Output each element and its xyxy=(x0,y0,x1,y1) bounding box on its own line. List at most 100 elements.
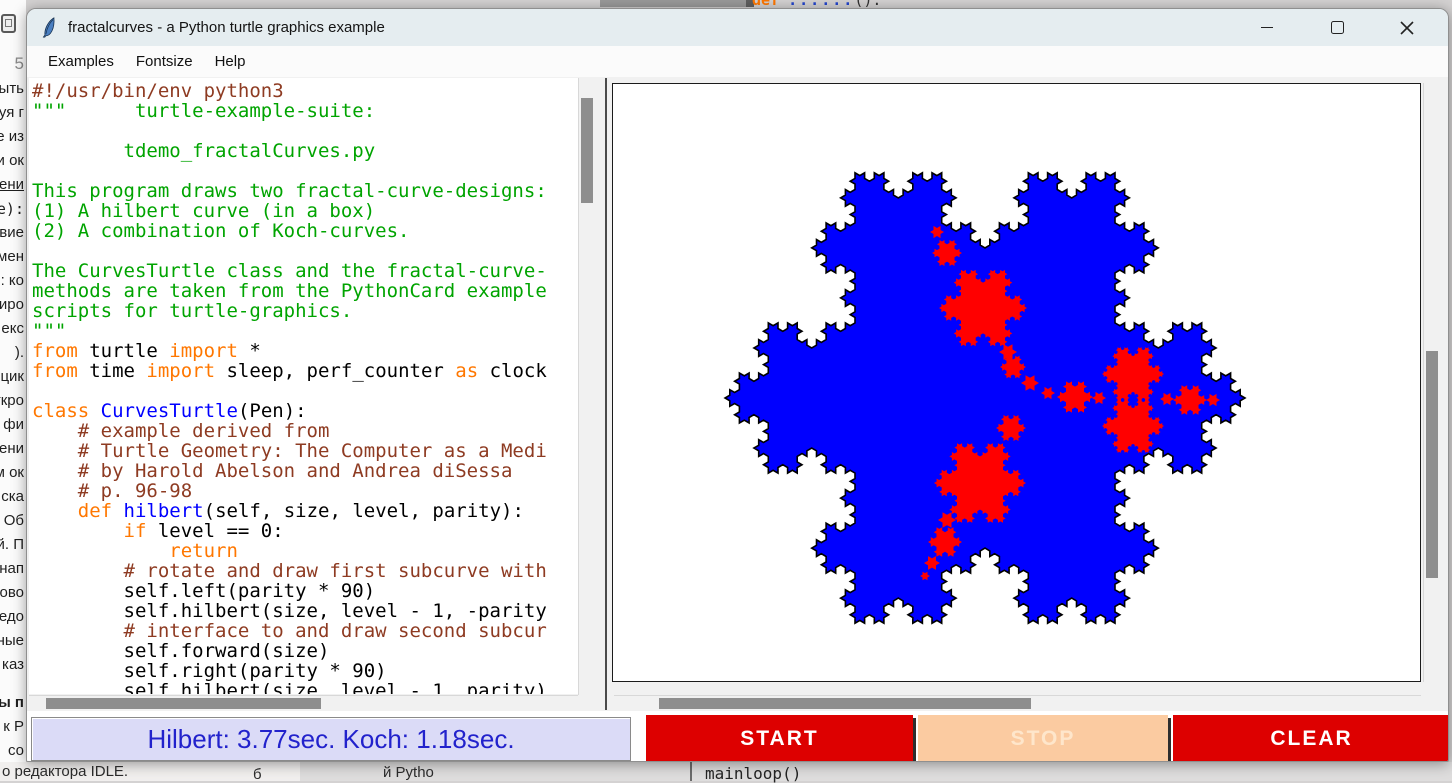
status-text: Hilbert: 3.77sec. Koch: 1.18sec. xyxy=(147,724,514,755)
code-line: (1) A hilbert curve (in a box) xyxy=(32,201,578,221)
code-line: from time import sleep, perf_counter as … xyxy=(32,361,578,381)
fractal-svg xyxy=(613,84,1420,681)
python-feather-icon xyxy=(41,17,59,38)
code-line: #!/usr/bin/env python3 xyxy=(32,81,578,101)
bg-text-fragment: ени xyxy=(0,176,25,196)
code-vscroll-thumb[interactable] xyxy=(581,98,593,203)
code-line: """ xyxy=(32,321,578,341)
bottom-bar: Hilbert: 3.77sec. Koch: 1.18sec. START S… xyxy=(27,711,1448,762)
bg-text-fragment: ). xyxy=(0,344,25,364)
window-controls xyxy=(1232,9,1442,46)
code-line xyxy=(32,381,578,401)
turtledemo-window: fractalcurves - a Python turtle graphics… xyxy=(26,8,1449,762)
canvas-horizontal-scrollbar[interactable] xyxy=(614,695,1421,710)
bg-text-fragment: е из xyxy=(0,128,25,148)
code-line: # example derived from xyxy=(32,421,578,441)
code-horizontal-scrollbar[interactable] xyxy=(29,695,578,710)
minimize-icon xyxy=(1261,27,1273,28)
code-line: # Turtle Geometry: The Computer as a Med… xyxy=(32,441,578,461)
code-line: The CurvesTurtle class and the fractal-c… xyxy=(32,261,578,281)
background-left-strip: 5 ыть уя г е из и ок ени le): вие мен : ко виро екс… xyxy=(0,0,26,762)
bg-text-fragment: со xyxy=(0,742,25,762)
bg-text-fragment: мен xyxy=(0,248,25,268)
bg-code-tail: (): xyxy=(854,0,881,8)
canvas-hscroll-thumb[interactable] xyxy=(659,698,1031,709)
menu-fontsize[interactable]: Fontsize xyxy=(125,49,204,74)
stop-button[interactable]: STOP xyxy=(918,715,1168,762)
bg-text-fragment: уя г xyxy=(0,104,25,124)
canvas-vscroll-thumb[interactable] xyxy=(1426,351,1438,578)
code-line xyxy=(32,161,578,181)
menu-examples[interactable]: Examples xyxy=(37,49,125,74)
bg-text-fragment: тово xyxy=(0,584,25,604)
bg-text-fragment: ы п xyxy=(0,694,25,714)
bg-code-dots: ...... xyxy=(788,0,854,8)
code-line: This program draws two fractal-curve-des… xyxy=(32,181,578,201)
code-hscroll-thumb[interactable] xyxy=(46,698,321,709)
background-divider-line xyxy=(690,762,692,781)
bg-text-fragment: le): xyxy=(0,200,25,220)
code-line: methods are taken from the PythonCard ex… xyxy=(32,281,578,301)
maximize-button[interactable] xyxy=(1302,9,1372,46)
bg-text-fragment: вие xyxy=(0,224,25,244)
screen: { "window": { "title": "fractalcurves - … xyxy=(0,0,1452,781)
bg-text-fragment: каз xyxy=(0,656,25,676)
clear-button[interactable]: CLEAR xyxy=(1173,715,1449,762)
background-code-fragment: def ......(): xyxy=(752,0,952,8)
bg-text-fragment: ени xyxy=(0,440,25,460)
bg-text-fragment: : ко xyxy=(0,272,25,292)
code-line: from turtle import * xyxy=(32,341,578,361)
bg-text-fragment: фи xyxy=(0,416,25,436)
bg-text-fragment: б xyxy=(253,766,262,783)
code-line: # interface to and draw second subcur xyxy=(32,621,578,641)
bg-text-fragment: й Pytho xyxy=(383,764,434,781)
code-line: """ turtle-example-suite: xyxy=(32,101,578,121)
bg-text-fragment: виро xyxy=(0,296,25,316)
close-button[interactable] xyxy=(1372,9,1442,46)
bg-text-fragment: нап xyxy=(0,560,25,580)
bg-text-fragment: и ок xyxy=(0,152,25,172)
code-line: self.left(parity * 90) xyxy=(32,581,578,601)
code-line: self.forward(size) xyxy=(32,641,578,661)
bg-text-fragment: к Р xyxy=(0,718,25,738)
code-line: # by Harold Abelson and Andrea diSessa xyxy=(32,461,578,481)
canvas-vertical-scrollbar[interactable] xyxy=(1423,83,1440,682)
code-line: return xyxy=(32,541,578,561)
close-icon xyxy=(1400,21,1414,35)
bg-text-fragment: mainloop() xyxy=(705,764,801,783)
code-line: if level == 0: xyxy=(32,521,578,541)
code-line: tdemo_fractalCurves.py xyxy=(32,141,578,161)
bg-text-fragment: 5 xyxy=(0,54,25,74)
bg-text-fragment: цик xyxy=(0,368,25,388)
code-line: class CurvesTurtle(Pen): xyxy=(32,401,578,421)
code-line xyxy=(32,241,578,261)
pane-divider xyxy=(605,78,607,710)
titlebar: fractalcurves - a Python turtle graphics… xyxy=(27,9,1448,46)
bg-text-fragment: екс xyxy=(0,320,25,340)
code-text[interactable]: #!/usr/bin/env python3""" turtle-example… xyxy=(29,78,578,694)
code-line: (2) A combination of Koch-curves. xyxy=(32,221,578,241)
bg-text-fragment: м ок xyxy=(0,464,25,484)
code-line: self.hilbert(size, level - 1, parity) xyxy=(32,681,578,694)
code-line xyxy=(32,121,578,141)
bg-text-fragment: ыть xyxy=(0,80,25,100)
background-app-icon-fragment xyxy=(1,14,16,33)
bg-text-fragment: й. П xyxy=(0,536,25,556)
maximize-icon xyxy=(1331,21,1344,34)
code-line: # rotate and draw first subcurve with xyxy=(32,561,578,581)
code-line: self.right(parity * 90) xyxy=(32,661,578,681)
code-vertical-scrollbar[interactable] xyxy=(578,78,595,695)
start-button[interactable]: START xyxy=(646,715,913,762)
bg-text-fragment: ные xyxy=(0,632,25,652)
bg-text-fragment: о редактора IDLE. xyxy=(2,763,128,780)
bg-text-fragment: Об xyxy=(0,512,25,532)
background-scrollbar-fragment xyxy=(600,0,754,7)
bg-text-fragment: редо xyxy=(0,608,25,628)
menu-help[interactable]: Help xyxy=(204,49,257,74)
bg-text-fragment: ткро xyxy=(0,392,25,412)
bg-code-keyword: def xyxy=(752,0,788,8)
status-bar: Hilbert: 3.77sec. Koch: 1.18sec. xyxy=(31,717,631,761)
code-line: # p. 96-98 xyxy=(32,481,578,501)
minimize-button[interactable] xyxy=(1232,9,1302,46)
code-line: def hilbert(self, size, level, parity): xyxy=(32,501,578,521)
